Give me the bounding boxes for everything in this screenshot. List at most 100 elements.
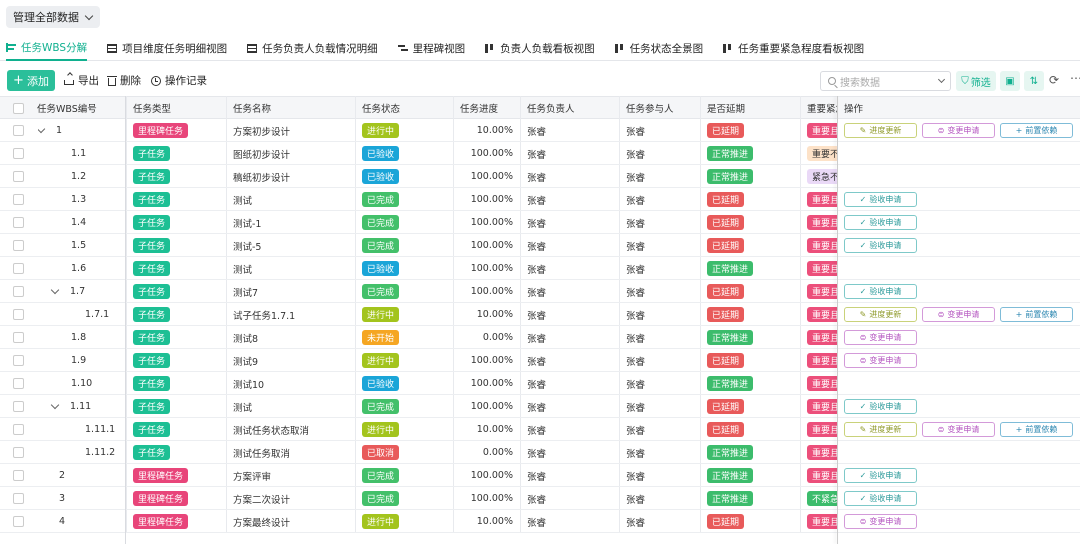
add-button[interactable]: + 添加: [7, 70, 55, 91]
row-checkbox[interactable]: [13, 516, 24, 527]
row-checkbox[interactable]: [13, 332, 24, 343]
row-select-cell: [13, 510, 24, 533]
data-scope-selector[interactable]: 管理全部数据: [6, 6, 100, 28]
delete-button[interactable]: 删除: [107, 70, 141, 91]
priority-tag: 重要且: [807, 215, 838, 230]
acceptance-request-button[interactable]: ✓ 验收申请: [844, 491, 917, 506]
task-participant: 张睿: [626, 448, 646, 460]
delay-status-tag: 已延期: [707, 192, 745, 207]
delay-status-cell: 已延期: [707, 349, 745, 372]
row-checkbox[interactable]: [13, 401, 24, 412]
row-checkbox[interactable]: [13, 240, 24, 251]
acceptance-request-button[interactable]: ✓ 验收申请: [844, 399, 917, 414]
change-request-button[interactable]: ⊜ 变更申请: [844, 514, 917, 529]
column-header[interactable]: 任务WBS编号: [37, 97, 126, 119]
predecessor-button[interactable]: + 前置依赖: [1000, 422, 1073, 437]
row-checkbox[interactable]: [13, 424, 24, 435]
tab-5[interactable]: 负责人负载看板视图: [485, 36, 595, 61]
tab-7[interactable]: 任务重要紧急程度看板视图: [723, 36, 864, 61]
table-row: 1.7 子任务 测试7 已完成 100.00% 张睿 张睿 已延期 重要且 ✓ 验收申请: [0, 280, 1080, 303]
filter-button[interactable]: ⛉ 筛选: [956, 71, 996, 91]
action-label: 前置依赖: [1025, 425, 1058, 434]
operation-log-button[interactable]: 操作记录: [151, 70, 207, 91]
chevron-down-icon[interactable]: [50, 285, 60, 295]
task-name: 试子任务1.7.1: [233, 310, 296, 322]
chevron-down-icon[interactable]: [38, 124, 46, 134]
column-header[interactable]: 操作: [844, 97, 1080, 119]
priority-tag: 重要且: [807, 192, 838, 207]
task-name: 测试8: [233, 333, 259, 345]
delay-status-cell: 已延期: [707, 119, 745, 142]
task-status-cell: 进行中: [362, 119, 400, 142]
row-checkbox[interactable]: [13, 125, 24, 136]
task-participant: 张睿: [626, 471, 646, 483]
export-button[interactable]: 导出: [64, 70, 99, 91]
progress-update-button[interactable]: ✎ 进度更新: [844, 123, 917, 138]
acceptance-request-button[interactable]: ✓ 验收申请: [844, 468, 917, 483]
select-all-checkbox[interactable]: [13, 102, 24, 114]
tree-icon: [6, 43, 16, 52]
acceptance-request-button[interactable]: ✓ 验收申请: [844, 284, 917, 299]
row-checkbox[interactable]: [13, 263, 24, 274]
change-request-button[interactable]: ⊜ 变更申请: [922, 422, 995, 437]
progress-update-button[interactable]: ✎ 进度更新: [844, 307, 917, 322]
wbs-cell: 1.8: [38, 326, 86, 349]
tab-label: 任务重要紧急程度看板视图: [738, 43, 865, 55]
funnel-icon: ⛉: [961, 75, 969, 87]
search-input[interactable]: 搜索数据: [820, 71, 951, 91]
refresh-button[interactable]: ⟳: [1049, 73, 1063, 87]
tab-4[interactable]: 里程碑视图: [397, 36, 465, 61]
change-request-button[interactable]: ⊜ 变更申请: [922, 123, 995, 138]
priority-tag: 重要且: [807, 307, 838, 322]
task-name: 方案初步设计: [233, 126, 291, 138]
task-progress: 100.00%: [470, 286, 513, 297]
tab-2[interactable]: 项目维度任务明细视图: [107, 36, 227, 61]
acceptance-request-button[interactable]: ✓ 验收申请: [844, 238, 917, 253]
row-checkbox[interactable]: [13, 309, 24, 320]
task-participant: 张睿: [626, 287, 646, 299]
task-status-cell: 已验收: [362, 165, 400, 188]
sort-button[interactable]: ⇅: [1024, 71, 1044, 91]
wbs-number: 1.9: [71, 355, 87, 366]
priority-tag: 重要不: [807, 146, 838, 161]
table-row: 1.6 子任务 测试 已验收 100.00% 张睿 张睿 正常推进 重要且: [0, 257, 1080, 280]
change-request-button[interactable]: ⊜ 变更申请: [844, 353, 917, 368]
column-header[interactable]: 任务状态: [362, 97, 453, 119]
task-type-cell: 子任务: [133, 326, 171, 349]
row-checkbox[interactable]: [13, 447, 24, 458]
task-type-cell: 子任务: [133, 211, 171, 234]
change-request-button[interactable]: ⊜ 变更申请: [844, 330, 917, 345]
chevron-down-icon[interactable]: [50, 400, 60, 410]
chart-view-button[interactable]: ▣: [1000, 71, 1020, 91]
priority-cell: 重要且: [807, 349, 838, 372]
column-header[interactable]: 任务类型: [133, 97, 226, 119]
change-request-button[interactable]: ⊜ 变更申请: [922, 307, 995, 322]
tab-3[interactable]: 任务负责人负载情况明细: [247, 36, 378, 61]
clock-icon: [151, 75, 161, 86]
task-progress: 100.00%: [470, 217, 513, 228]
row-checkbox[interactable]: [13, 355, 24, 366]
column-header[interactable]: 是否延期: [707, 97, 800, 119]
tab-6[interactable]: 任务状态全景图: [614, 36, 703, 61]
priority-cell: 重要且: [807, 464, 838, 487]
column-header[interactable]: 任务负责人: [527, 97, 619, 119]
predecessor-button[interactable]: + 前置依赖: [1000, 307, 1073, 322]
column-header[interactable]: 重要紧急: [807, 97, 838, 119]
row-checkbox[interactable]: [13, 378, 24, 389]
row-checkbox[interactable]: [13, 286, 24, 297]
row-checkbox[interactable]: [13, 470, 24, 481]
column-header[interactable]: 任务进度: [460, 97, 520, 119]
tab-1[interactable]: 任务WBS分解: [6, 36, 88, 61]
column-header[interactable]: 任务参与人: [626, 97, 700, 119]
acceptance-request-button[interactable]: ✓ 验收申请: [844, 215, 917, 230]
column-header[interactable]: 任务名称: [233, 97, 355, 119]
predecessor-button[interactable]: + 前置依赖: [1000, 123, 1073, 138]
row-checkbox[interactable]: [13, 148, 24, 159]
more-button[interactable]: ⋯: [1070, 71, 1080, 85]
row-checkbox[interactable]: [13, 171, 24, 182]
row-checkbox[interactable]: [13, 217, 24, 228]
row-checkbox[interactable]: [13, 493, 24, 504]
row-checkbox[interactable]: [13, 194, 24, 205]
acceptance-request-button[interactable]: ✓ 验收申请: [844, 192, 917, 207]
progress-update-button[interactable]: ✎ 进度更新: [844, 422, 917, 437]
